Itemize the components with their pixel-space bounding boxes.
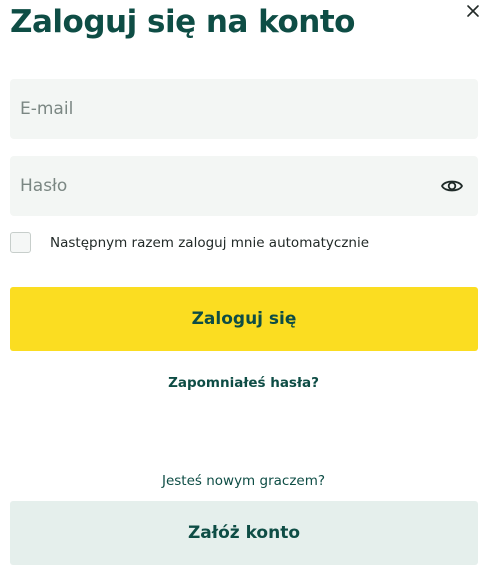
- password-field-container: [10, 156, 478, 216]
- forgot-password-link[interactable]: Zapomniałeś hasła?: [0, 375, 487, 391]
- remember-me-checkbox[interactable]: [10, 232, 31, 253]
- remember-me-row[interactable]: Następnym razem zaloguj mnie automatyczn…: [10, 232, 369, 253]
- email-field-container: [10, 79, 478, 139]
- remember-me-label: Następnym razem zaloguj mnie automatyczn…: [50, 234, 370, 251]
- login-button[interactable]: Zaloguj się: [10, 287, 478, 351]
- email-input[interactable]: [10, 79, 478, 139]
- create-account-button[interactable]: Załóż konto: [10, 501, 478, 565]
- password-input[interactable]: [10, 156, 478, 216]
- close-icon[interactable]: [464, 2, 482, 20]
- new-player-prompt: Jesteś nowym graczem?: [161, 473, 326, 489]
- modal-title: Zaloguj się na konto: [10, 4, 355, 40]
- eye-icon[interactable]: [440, 175, 464, 197]
